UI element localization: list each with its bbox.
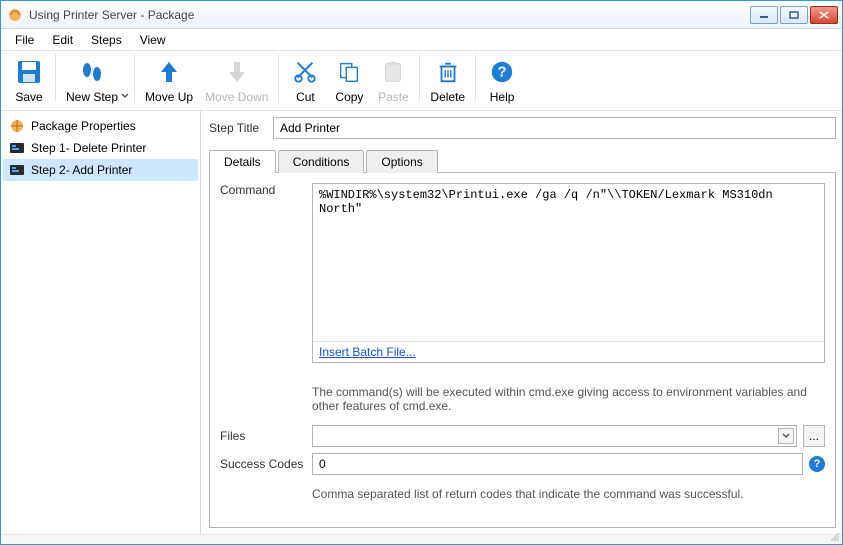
trash-icon (433, 57, 463, 87)
files-combobox[interactable] (312, 425, 797, 447)
main-panel: Step Title Details Conditions Options Co… (201, 111, 842, 534)
insert-batch-file-link[interactable]: Insert Batch File... (319, 345, 416, 359)
help-button[interactable]: ? Help (480, 50, 524, 106)
command-row: Command Insert Batch File... (220, 183, 825, 379)
paste-label: Paste (378, 90, 409, 104)
minimize-button[interactable] (750, 6, 778, 24)
tab-bar: Details Conditions Options (209, 149, 836, 173)
arrow-up-icon (154, 57, 184, 87)
cut-button[interactable]: Cut (283, 50, 327, 106)
minimize-icon (759, 11, 769, 19)
move-up-button[interactable]: Move Up (139, 50, 199, 106)
step-title-label: Step Title (209, 121, 267, 135)
files-row: Files ... (220, 425, 825, 447)
footsteps-icon (77, 57, 107, 87)
tree-step-label: Step 1- Delete Printer (31, 141, 146, 155)
copy-button[interactable]: Copy (327, 50, 371, 106)
chevron-down-icon (121, 92, 129, 100)
command-hint: The command(s) will be executed within c… (312, 385, 825, 413)
maximize-icon (789, 11, 799, 19)
new-step-button[interactable]: New Step (60, 50, 124, 106)
resize-grip[interactable] (828, 530, 840, 542)
tree-step-label: Step 2- Add Printer (31, 163, 132, 177)
step-title-input[interactable] (273, 117, 836, 139)
tree-root-label: Package Properties (31, 119, 136, 133)
toolbar-separator (134, 54, 135, 102)
chevron-down-icon (782, 432, 790, 440)
titlebar: Using Printer Server - Package (1, 1, 842, 29)
files-label: Files (220, 429, 306, 443)
delete-label: Delete (430, 90, 465, 104)
help-icon: ? (487, 57, 517, 87)
tree-step-1[interactable]: Step 1- Delete Printer (3, 137, 198, 159)
command-box: Insert Batch File... (312, 183, 825, 363)
move-down-button: Move Down (199, 50, 274, 106)
menubar: File Edit Steps View (1, 29, 842, 51)
files-browse-button[interactable]: ... (803, 425, 825, 447)
menu-file[interactable]: File (7, 31, 42, 49)
command-link-bar: Insert Batch File... (313, 341, 824, 362)
menu-view[interactable]: View (132, 31, 174, 49)
success-codes-input[interactable] (312, 453, 803, 475)
menu-steps[interactable]: Steps (83, 31, 130, 49)
toolbar-separator (55, 54, 56, 102)
success-codes-hint: Comma separated list of return codes tha… (312, 487, 825, 501)
delete-button[interactable]: Delete (424, 50, 471, 106)
app-window: Using Printer Server - Package File Edit… (0, 0, 843, 545)
tab-options[interactable]: Options (366, 150, 437, 173)
statusbar (1, 534, 842, 544)
toolbar: Save New Step Move Up Move Down (1, 51, 842, 111)
command-label: Command (220, 183, 306, 197)
package-icon (9, 118, 25, 134)
tree-step-2[interactable]: Step 2- Add Printer (3, 159, 198, 181)
save-icon (14, 57, 44, 87)
window-controls (750, 6, 838, 24)
success-codes-label: Success Codes (220, 457, 306, 471)
success-codes-help-button[interactable]: ? (809, 456, 825, 472)
copy-icon (334, 57, 364, 87)
scissors-icon (290, 57, 320, 87)
toolbar-separator (419, 54, 420, 102)
window-title: Using Printer Server - Package (29, 8, 750, 22)
step-icon (9, 140, 25, 156)
new-step-dropdown[interactable] (120, 50, 130, 106)
move-up-label: Move Up (145, 90, 193, 104)
new-step-label: New Step (66, 90, 118, 104)
clipboard-icon (378, 57, 408, 87)
app-icon (7, 7, 23, 23)
paste-button: Paste (371, 50, 415, 106)
copy-label: Copy (335, 90, 363, 104)
arrow-down-icon (222, 57, 252, 87)
toolbar-separator (278, 54, 279, 102)
tab-conditions[interactable]: Conditions (278, 150, 365, 173)
save-label: Save (15, 90, 42, 104)
help-label: Help (490, 90, 515, 104)
step-icon (9, 162, 25, 178)
sidebar: Package Properties Step 1- Delete Printe… (1, 111, 201, 534)
close-button[interactable] (810, 6, 838, 24)
maximize-button[interactable] (780, 6, 808, 24)
step-title-row: Step Title (209, 117, 836, 139)
move-down-label: Move Down (205, 90, 268, 104)
body-area: Package Properties Step 1- Delete Printe… (1, 111, 842, 534)
svg-text:?: ? (498, 65, 507, 81)
toolbar-separator (475, 54, 476, 102)
menu-edit[interactable]: Edit (44, 31, 81, 49)
tab-details[interactable]: Details (209, 150, 276, 173)
success-codes-row: Success Codes ? (220, 453, 825, 475)
tree-root[interactable]: Package Properties (3, 115, 198, 137)
files-dropdown-button[interactable] (778, 428, 794, 444)
command-textarea[interactable] (313, 184, 824, 341)
close-icon (819, 11, 829, 19)
cut-label: Cut (296, 90, 315, 104)
tab-panel-details: Command Insert Batch File... The command… (209, 173, 836, 528)
save-button[interactable]: Save (7, 50, 51, 106)
